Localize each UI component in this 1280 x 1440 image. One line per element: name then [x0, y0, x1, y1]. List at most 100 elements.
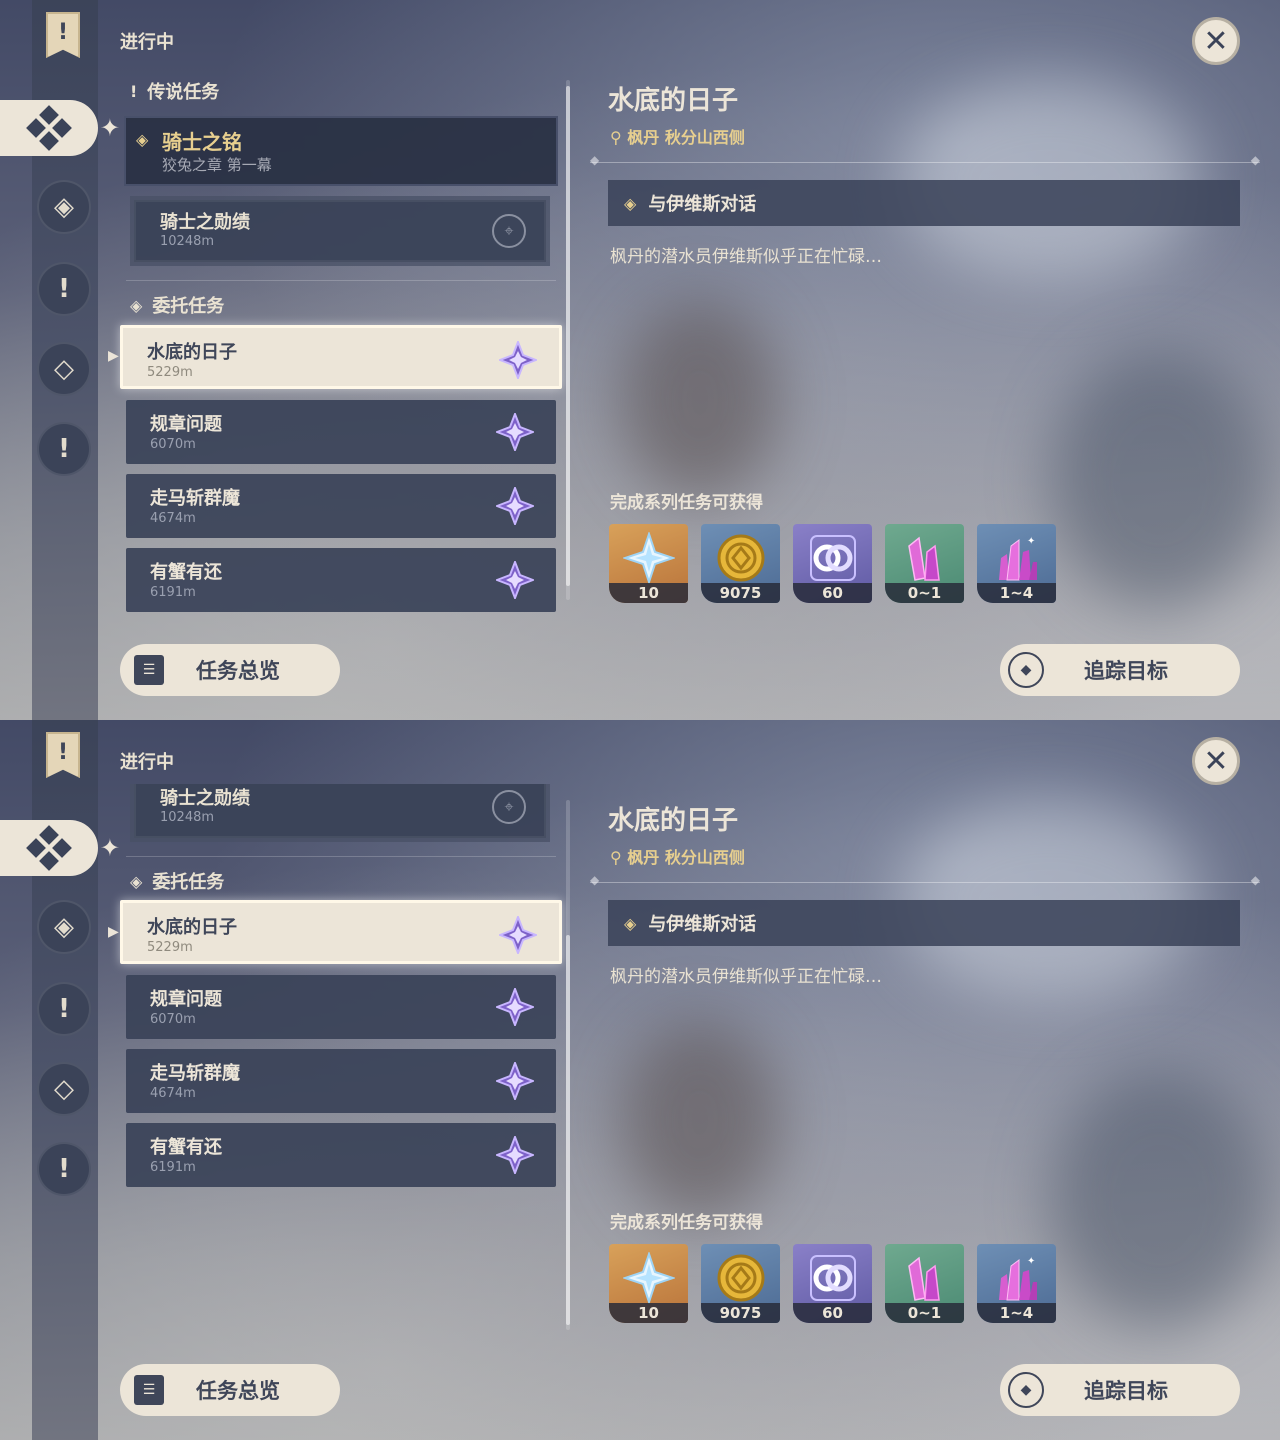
commission-title: 有蟹有还: [150, 562, 222, 583]
commission-card-selected[interactable]: 水底的日子 5229m: [120, 900, 562, 964]
track-target-button[interactable]: ◆ 追踪目标: [1000, 1364, 1240, 1416]
reward-item[interactable]: ✦ 1~4: [977, 524, 1056, 603]
selection-arrow-icon: ▶: [108, 348, 119, 364]
commission-card[interactable]: 规章问题 6070m: [126, 400, 556, 464]
commission-title: 走马斩群魔: [150, 488, 240, 509]
commission-star-icon: [499, 341, 537, 379]
track-target-button[interactable]: ◆ 追踪目标: [1000, 644, 1240, 696]
nav-tab-all-quests[interactable]: ✦: [0, 100, 120, 156]
nav-tab-archon-quests[interactable]: ◈: [37, 180, 91, 234]
commission-star-icon: [496, 1136, 534, 1174]
selection-arrow-icon: ▶: [108, 924, 119, 940]
crystal-cluster-icon: ✦: [991, 1252, 1043, 1304]
quest-overview-button[interactable]: ☰ 任务总览: [120, 1364, 340, 1416]
quest-book-icon: ☰: [134, 1375, 164, 1405]
reward-item[interactable]: 9075: [701, 1244, 780, 1323]
close-icon: ✕: [1203, 743, 1229, 779]
commission-distance: 5229m: [147, 940, 193, 955]
quest-overview-button[interactable]: ☰ 任务总览: [120, 644, 340, 696]
quest-objective: ◈ 与伊维斯对话: [608, 900, 1240, 946]
commission-title: 规章问题: [150, 414, 222, 435]
quest-description: 枫丹的潜水员伊维斯似乎正在忙碌…: [610, 967, 882, 987]
quest-detail-title: 水底的日子: [608, 806, 739, 836]
quest-book-icon: ☰: [134, 655, 164, 685]
commission-card[interactable]: 有蟹有还 6191m: [126, 1123, 556, 1187]
legend-quest-card[interactable]: ◈ 骑士之铭 狡兔之章 第一幕: [124, 116, 558, 186]
commission-title: 规章问题: [150, 989, 222, 1010]
quest-list[interactable]: 骑士之勋绩 10248m ⌖ ◈ 委托任务 水底的日子 5229m 规章问题 6…: [110, 784, 570, 1214]
commission-card[interactable]: 走马斩群魔 4674m: [126, 1049, 556, 1113]
legend-quest-icon: !: [130, 81, 138, 101]
archon-quest-icon: ◈: [54, 192, 74, 222]
rewards-label: 完成系列任务可获得: [610, 493, 763, 513]
nav-tab-commissions[interactable]: ◇: [37, 342, 91, 396]
commission-distance: 5229m: [147, 365, 193, 380]
status-label: 进行中: [120, 32, 174, 53]
category-header-commission: ◈ 委托任务: [130, 871, 225, 894]
commission-star-icon: [496, 561, 534, 599]
reward-item[interactable]: 60: [793, 524, 872, 603]
reward-item[interactable]: 0~1: [885, 524, 964, 603]
commission-distance: 6191m: [150, 1160, 196, 1175]
close-button[interactable]: ✕: [1192, 737, 1240, 785]
location-pin-icon: ⚲: [610, 848, 628, 867]
category-header-commission: ◈ 委托任务: [130, 295, 225, 318]
fellowship-icon: [807, 532, 859, 584]
commission-title: 水底的日子: [147, 342, 237, 363]
legend-quest-title: 骑士之铭: [162, 130, 242, 154]
location-pin-icon: ⚲: [610, 128, 628, 147]
rewards-list: 10 9075 60 0~1 ✦ 1~4: [609, 1244, 1056, 1323]
nav-tab-all-quests[interactable]: ✦: [0, 820, 120, 876]
location-pin-icon[interactable]: ⌖: [492, 214, 526, 248]
world-quest-icon: !: [58, 434, 70, 464]
archon-quest-icon: ◈: [54, 912, 74, 942]
commission-card[interactable]: 有蟹有还 6191m: [126, 548, 556, 612]
svg-text:✦: ✦: [1027, 536, 1035, 547]
mora-icon: [715, 1252, 767, 1304]
reward-item[interactable]: 60: [793, 1244, 872, 1323]
commission-card[interactable]: 走马斩群魔 4674m: [126, 474, 556, 538]
legend-subquest-card[interactable]: 骑士之勋绩 10248m ⌖: [130, 784, 550, 842]
scroll-thumb[interactable]: [566, 86, 570, 586]
reward-item[interactable]: 10: [609, 524, 688, 603]
story-quest-icon: !: [58, 274, 70, 304]
fellowship-icon: [807, 1252, 859, 1304]
crystal-cluster-icon: ✦: [991, 532, 1043, 584]
divider: [126, 280, 556, 281]
location-pin-icon[interactable]: ⌖: [492, 790, 526, 824]
quest-screen-2: ! ✦ ◈ ! ◇ ! 进行中 ✕ 骑士之勋绩 10248m ⌖ ◈ 委托任务 …: [0, 720, 1280, 1440]
scroll-thumb[interactable]: [566, 935, 570, 1325]
commission-distance: 6070m: [150, 1012, 196, 1027]
commission-icon: ◇: [54, 1074, 74, 1104]
legend-subquest-card[interactable]: 骑士之勋绩 10248m ⌖: [130, 196, 550, 266]
rewards-list: 10 9075 60 0~1 ✦ 1~4: [609, 524, 1056, 603]
commission-title: 有蟹有还: [150, 1137, 222, 1158]
commission-card-selected[interactable]: 水底的日子 5229m: [120, 325, 562, 389]
commission-distance: 4674m: [150, 511, 196, 526]
nav-tab-story-quests[interactable]: !: [37, 262, 91, 316]
reward-item[interactable]: 0~1: [885, 1244, 964, 1323]
commission-card[interactable]: 规章问题 6070m: [126, 975, 556, 1039]
quest-description: 枫丹的潜水员伊维斯似乎正在忙碌…: [610, 247, 882, 267]
commission-distance: 6191m: [150, 585, 196, 600]
close-icon: ✕: [1203, 23, 1229, 59]
close-button[interactable]: ✕: [1192, 17, 1240, 65]
nav-tab-archon-quests[interactable]: ◈: [37, 900, 91, 954]
mora-icon: [715, 532, 767, 584]
commission-star-icon: [499, 916, 537, 954]
primogem-icon: [622, 532, 675, 584]
quest-list[interactable]: ! 传说任务 ◈ 骑士之铭 狡兔之章 第一幕 骑士之勋绩 10248m ⌖ ◈ …: [110, 70, 570, 620]
subquest-title: 骑士之勋绩: [160, 212, 250, 233]
nav-tab-world-quests[interactable]: !: [37, 422, 91, 476]
reward-item[interactable]: ✦ 1~4: [977, 1244, 1056, 1323]
quests-icon: [26, 825, 72, 871]
reward-item[interactable]: 10: [609, 1244, 688, 1323]
quest-objective: ◈ 与伊维斯对话: [608, 180, 1240, 226]
category-header-legend: ! 传说任务: [130, 81, 220, 104]
nav-tab-commissions[interactable]: ◇: [37, 1062, 91, 1116]
reward-item[interactable]: 9075: [701, 524, 780, 603]
legend-diamond-icon: ◈: [136, 130, 149, 149]
nav-tab-story-quests[interactable]: !: [37, 982, 91, 1036]
objective-diamond-icon: ◈: [624, 193, 637, 213]
nav-tab-world-quests[interactable]: !: [37, 1142, 91, 1196]
